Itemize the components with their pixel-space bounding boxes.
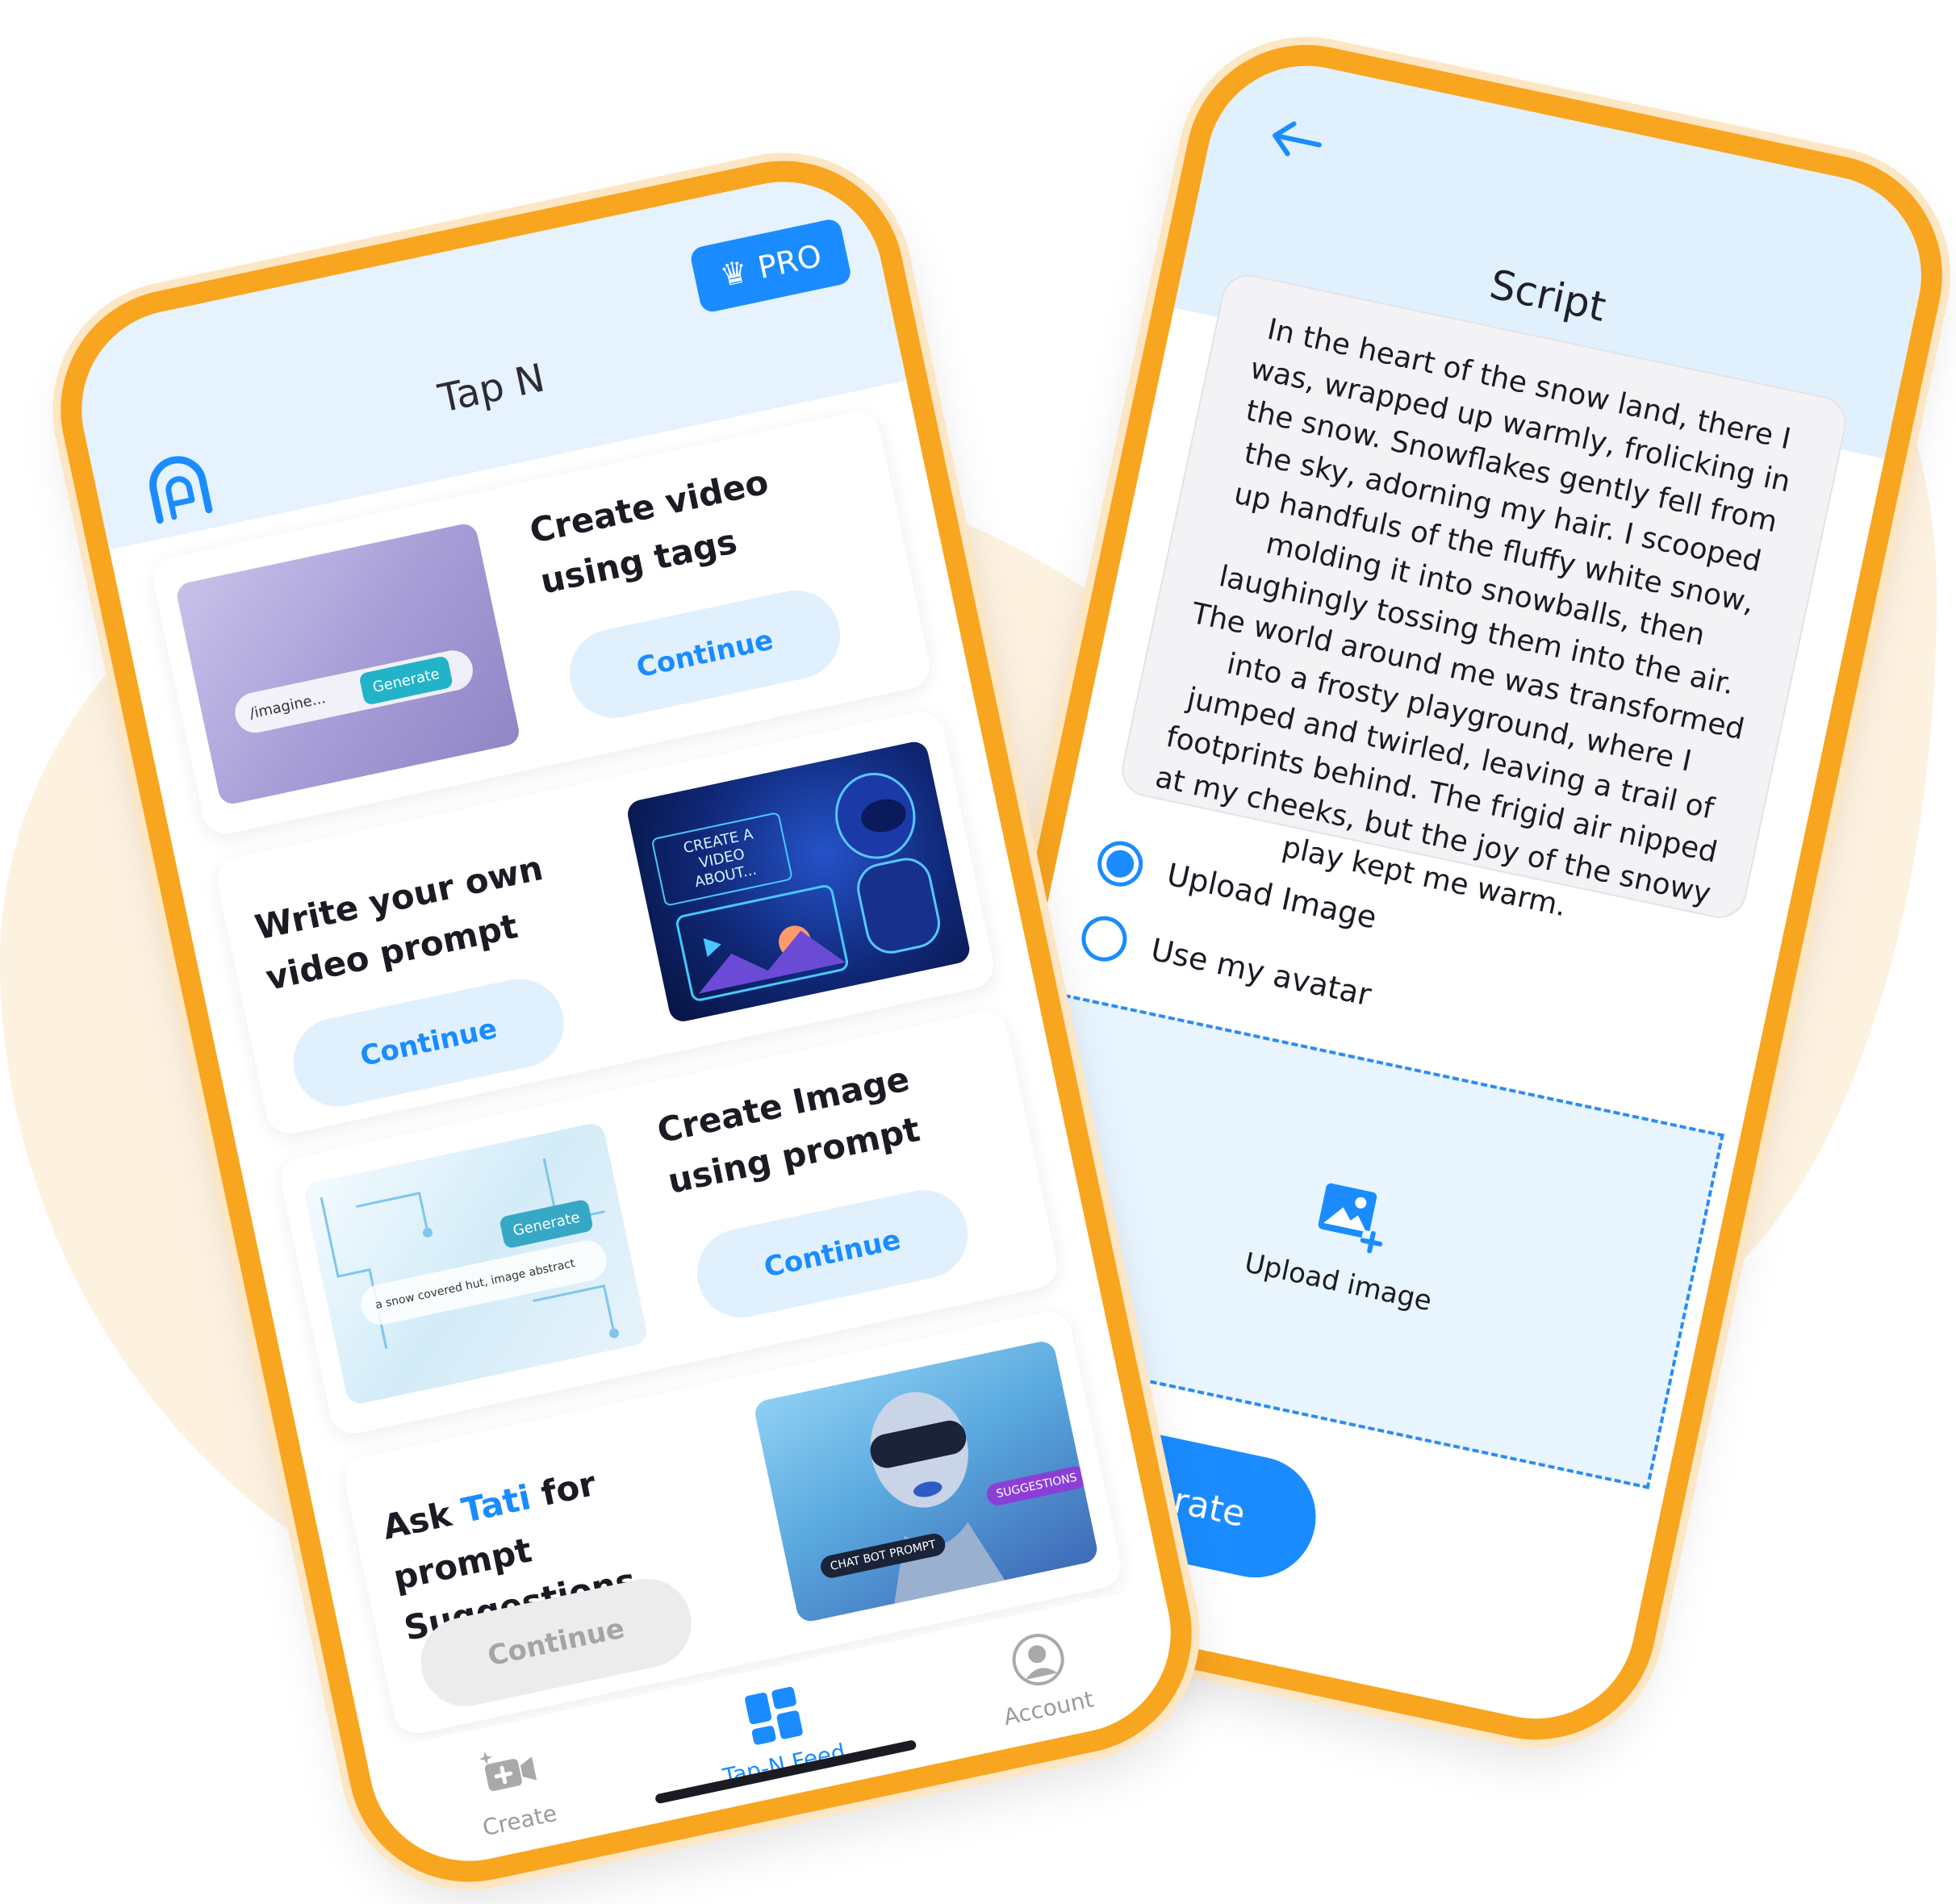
back-arrow-icon[interactable] <box>1264 115 1328 165</box>
card-title: Write your own video prompt <box>251 848 547 998</box>
video-player-illustration <box>675 884 848 1001</box>
nav-label: Create <box>480 1799 559 1842</box>
feed-phone: Tap N ♛ PRO /imagine... Generate Create … <box>38 138 1214 1904</box>
crown-icon: ♛ <box>717 253 751 294</box>
radio-unselected-icon[interactable] <box>1077 912 1131 966</box>
grid-icon <box>745 1686 803 1745</box>
title-part: Ask <box>378 1492 466 1547</box>
thumb-chip-suggestions: SUGGESTIONS <box>984 1464 1089 1508</box>
card-thumbnail: CREATE A VIDEO ABOUT... <box>625 739 972 1025</box>
video-camera-icon <box>479 1752 537 1791</box>
pro-badge-label: PRO <box>754 237 825 286</box>
card-thumbnail: /imagine... Generate <box>174 521 522 807</box>
nav-account[interactable]: Account <box>946 1614 1139 1739</box>
upload-zone-label: Upload image <box>1241 1246 1435 1318</box>
continue-button[interactable]: Continue <box>561 582 849 726</box>
thumb-caption: CREATE A VIDEO ABOUT... <box>650 812 793 907</box>
option-label: Use my avatar <box>1147 931 1375 1013</box>
tati-name: Tati <box>458 1477 535 1530</box>
radio-selected-icon[interactable] <box>1093 837 1147 891</box>
continue-button[interactable]: Continue <box>688 1182 976 1326</box>
add-image-icon <box>1318 1183 1384 1255</box>
card-thumbnail: a snow covered hut, image abstract Gener… <box>302 1121 650 1406</box>
thumb-prompt-text: /imagine... <box>248 689 328 722</box>
card-thumbnail: CHAT BOT PROMPT SUGGESTIONS <box>752 1338 1100 1624</box>
nav-create[interactable]: Create <box>416 1726 609 1852</box>
nav-label: Account <box>1001 1685 1097 1731</box>
card-title: Create Image using prompt <box>654 1058 924 1201</box>
card-title: Create video using tags <box>526 461 772 602</box>
user-icon <box>1012 1634 1064 1686</box>
continue-button[interactable]: Continue <box>285 971 572 1115</box>
